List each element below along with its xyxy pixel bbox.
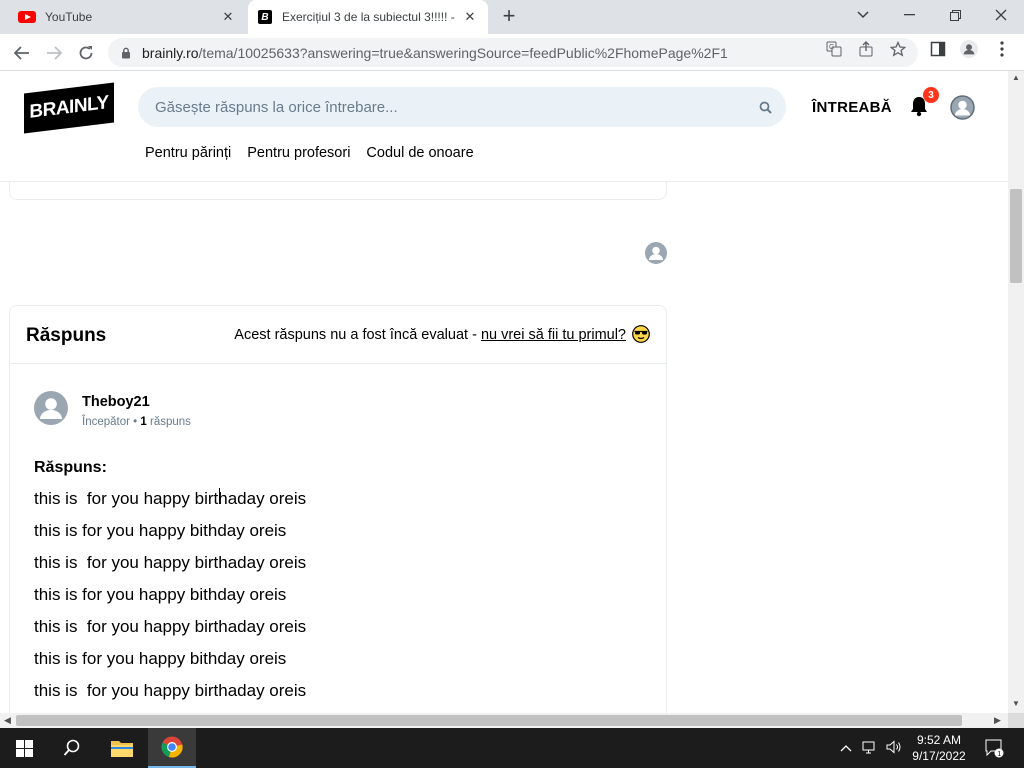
chrome-taskbar-icon[interactable] — [148, 728, 196, 768]
author-meta: Începător • 1 răspuns — [82, 416, 191, 428]
text-cursor-icon — [219, 488, 225, 504]
brainly-logo[interactable]: BRAINLY — [24, 82, 114, 134]
nav-teachers-link[interactable]: Pentru profesori — [247, 145, 350, 161]
youtube-favicon-icon — [18, 11, 36, 23]
tab-close-icon[interactable]: ✕ — [462, 9, 478, 25]
system-clock[interactable]: 9:52 AM 9/17/2022 — [906, 732, 972, 764]
page-content: Răspuns Acest răspuns nu a fost încă eva… — [0, 71, 1008, 713]
search-input[interactable]: Găsește răspuns la orice întrebare... — [138, 87, 786, 127]
restore-icon[interactable] — [932, 0, 978, 30]
sunglasses-emoji-icon — [632, 325, 650, 343]
search-icon[interactable] — [750, 101, 780, 114]
brainly-favicon-icon: B — [258, 10, 272, 24]
answer-line: this is for you happy birthaday oreis — [34, 553, 307, 572]
answer-body: this is for you happy birthaday oreis th… — [34, 489, 306, 713]
account-avatar-icon[interactable] — [950, 95, 975, 120]
profile-icon[interactable] — [960, 40, 978, 58]
action-center-icon[interactable]: 1 — [984, 738, 1004, 761]
author-answers-count: 1 — [140, 416, 147, 428]
share-icon[interactable] — [857, 40, 875, 58]
nav-honor-code-link[interactable]: Codul de onoare — [366, 145, 473, 161]
answer-line: this is for you happy bithday oreis — [34, 521, 287, 540]
tab-brainly[interactable]: B Exercițiul 3 de la subiectul 3!!!!! - … — [248, 0, 488, 34]
scrollbar-corner — [1008, 713, 1024, 728]
browser-toolbar: brainly.ro/tema/10025633?answering=true&… — [0, 34, 1024, 71]
back-icon[interactable] — [9, 40, 35, 66]
volume-icon[interactable] — [886, 740, 902, 757]
answer-line: this is for you happy birthaday oreis — [34, 681, 307, 700]
scroll-right-icon[interactable]: ▶ — [994, 715, 1001, 726]
tray-chevron-icon[interactable] — [840, 740, 852, 755]
answer-card: Răspuns Acest răspuns nu a fost încă eva… — [9, 305, 667, 713]
scroll-down-icon[interactable]: ▼ — [1012, 699, 1020, 708]
tab-youtube[interactable]: YouTube ✕ — [8, 0, 246, 34]
search-placeholder: Găsește răspuns la orice întrebare... — [155, 98, 398, 116]
bookmark-star-icon[interactable] — [889, 40, 907, 58]
ask-question-button[interactable]: ÎNTREABĂ — [812, 99, 892, 116]
notification-badge: 3 — [923, 87, 939, 103]
author-rank: Începător — [82, 416, 130, 428]
vertical-scroll-thumb[interactable] — [1010, 189, 1022, 283]
network-icon[interactable] — [862, 740, 878, 757]
tab-close-icon[interactable]: ✕ — [220, 9, 236, 25]
new-tab-button[interactable]: + — [498, 5, 520, 28]
site-header: BRAINLY Găsește răspuns la orice întreba… — [0, 71, 1008, 182]
forward-icon[interactable] — [41, 40, 67, 66]
translate-icon[interactable]: G — [825, 40, 843, 58]
answer-heading: Răspuns — [26, 325, 107, 346]
browser-tab-strip: YouTube ✕ B Exercițiul 3 de la subiectul… — [0, 0, 1024, 34]
reload-icon[interactable] — [73, 40, 99, 66]
tab-title: YouTube — [45, 10, 93, 24]
close-window-icon[interactable] — [978, 0, 1024, 30]
answer-line: this is for you happy birthaday oreis — [34, 617, 307, 636]
answer-line: this is for you happy birthaday oreis — [34, 489, 307, 508]
secondary-nav: Pentru părinți Pentru profesori Codul de… — [145, 145, 474, 161]
svg-text:G: G — [829, 44, 834, 51]
svg-text:1: 1 — [997, 751, 1001, 758]
taskbar-search-icon[interactable] — [48, 728, 96, 768]
rating-note: Acest răspuns nu a fost încă evaluat - n… — [234, 327, 626, 343]
windows-taskbar: 9:52 AM 9/17/2022 1 — [0, 728, 1024, 768]
user-avatar-icon[interactable] — [645, 242, 667, 264]
rate-first-link[interactable]: nu vrei să fii tu primul? — [481, 327, 626, 343]
author-avatar-icon[interactable] — [34, 391, 68, 425]
tab-search-icon[interactable] — [840, 0, 886, 30]
answer-line: this is for you happy bithday oreis — [34, 585, 287, 604]
start-windows-icon[interactable] — [0, 728, 48, 768]
tab-title: Exercițiul 3 de la subiectul 3!!!!! - — [282, 10, 455, 24]
clock-date: 9/17/2022 — [912, 749, 966, 763]
answer-label: Răspuns: — [34, 459, 107, 476]
scroll-left-icon[interactable]: ◀ — [4, 715, 11, 726]
answer-line: this is for you happy bithday oreis — [34, 649, 287, 668]
horizontal-scroll-thumb[interactable] — [16, 715, 962, 726]
minimize-icon[interactable] — [886, 0, 932, 30]
answer-card-header: Răspuns Acest răspuns nu a fost încă eva… — [10, 306, 666, 364]
nav-parents-link[interactable]: Pentru părinți — [145, 145, 231, 161]
vertical-scrollbar[interactable]: ▲ ▼ — [1008, 71, 1024, 713]
clock-time: 9:52 AM — [916, 733, 962, 747]
menu-kebab-icon[interactable] — [993, 40, 1011, 58]
author-name[interactable]: Theboy21 — [82, 394, 150, 410]
url-text: brainly.ro/tema/10025633?answering=true&… — [142, 44, 728, 61]
address-bar[interactable]: brainly.ro/tema/10025633?answering=true&… — [108, 38, 918, 67]
lock-icon[interactable] — [120, 47, 132, 59]
scroll-up-icon[interactable]: ▲ — [1012, 73, 1020, 82]
side-panel-icon[interactable] — [929, 40, 947, 58]
file-explorer-icon[interactable] — [98, 728, 146, 768]
horizontal-scrollbar[interactable]: ◀ ▶ — [0, 713, 1008, 728]
